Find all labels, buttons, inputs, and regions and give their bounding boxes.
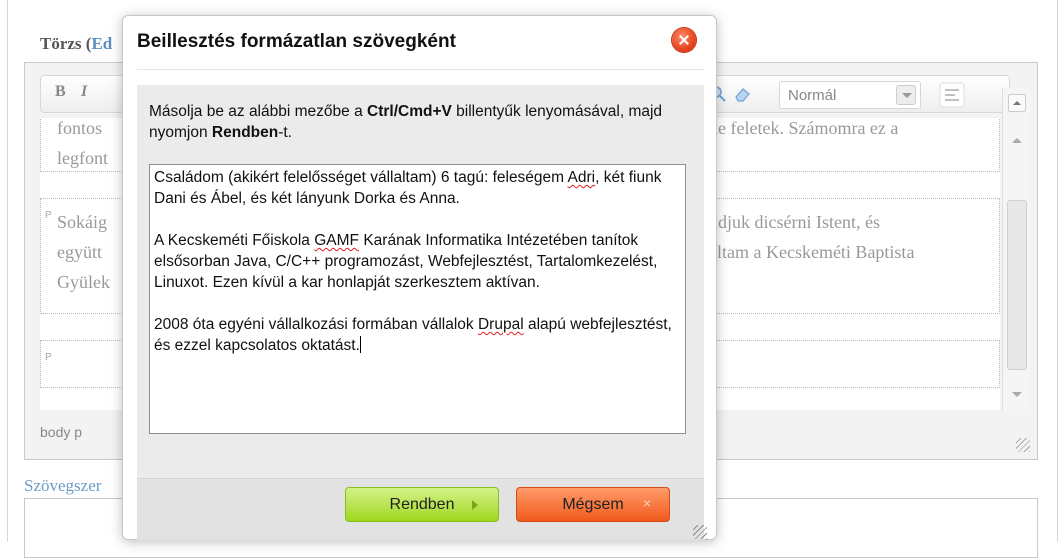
cancel-button[interactable]: Mégsem ×: [516, 487, 670, 522]
scroll-top-button[interactable]: [1008, 94, 1026, 112]
cancel-x-icon: ×: [642, 495, 651, 511]
misspelled-word: Drupal: [477, 316, 524, 333]
text-format-label[interactable]: Szövegszer: [24, 476, 101, 496]
paste-textarea[interactable]: Családom (akikért felelősséget vállaltam…: [149, 164, 686, 434]
instruction-ok-word: Rendben: [211, 124, 279, 141]
text-caret: [359, 336, 361, 353]
align-icon[interactable]: [939, 82, 965, 108]
editor-status-path[interactable]: body p: [40, 424, 82, 440]
body-field-label: Törzs (Ed: [40, 34, 112, 54]
instruction-shortcut: Ctrl/Cmd+V: [367, 103, 452, 120]
textarea-text: A Kecskeméti Főiskola: [154, 232, 315, 249]
misspelled-word: Adri: [567, 169, 596, 186]
textarea-paragraph: Családom (akikért felelősséget vállaltam…: [154, 167, 681, 209]
dialog-instruction: Másolja be az alábbi mezőbe a Ctrl/Cmd+V…: [149, 101, 689, 143]
dialog-divider: [137, 69, 704, 70]
ok-button-label: Rendben: [389, 496, 455, 513]
eraser-icon[interactable]: [733, 85, 751, 103]
scroll-up-icon[interactable]: [1012, 138, 1022, 143]
paragraph-text: Sokáig: [57, 212, 108, 232]
instruction-text: -t.: [278, 124, 292, 141]
paragraph-marker: P: [45, 210, 52, 221]
body-field-label-text: Törzs (: [40, 34, 92, 53]
paragraph-text: együtt: [57, 242, 102, 262]
format-select-value: Normál: [788, 87, 837, 104]
textarea-text: 2008 óta egyéni vállalkozási formában vá…: [154, 316, 478, 333]
paste-plain-text-dialog: Beillesztés formázatlan szövegként Másol…: [122, 15, 717, 540]
textarea-paragraph: 2008 óta egyéni vállalkozási formában vá…: [154, 314, 681, 356]
edit-summary-link[interactable]: Ed: [91, 34, 112, 53]
format-select[interactable]: Normál: [779, 81, 921, 109]
bold-button[interactable]: B: [55, 83, 66, 101]
ok-button[interactable]: Rendben: [345, 487, 499, 522]
paragraph-text: ke feletek. Számomra ez a: [709, 118, 899, 138]
textarea-text: Családom (akikért felelősséget vállaltam…: [154, 169, 568, 186]
editor-scrollbar[interactable]: [1002, 88, 1030, 410]
resize-grip-icon[interactable]: [1016, 438, 1030, 452]
dialog-title: Beillesztés formázatlan szövegként: [137, 31, 456, 52]
chevron-down-icon[interactable]: [896, 85, 916, 105]
dialog-resize-grip-icon[interactable]: [693, 525, 707, 539]
paragraph-text: áltam a Kecskeméti Baptista: [709, 242, 915, 262]
paragraph-text: udjuk dicsérni Istent, és: [709, 212, 880, 232]
paragraph-marker: P: [45, 352, 52, 363]
arrow-right-icon: [472, 500, 478, 510]
dialog-footer: Rendben Mégsem ×: [137, 478, 704, 540]
dialog-body: Másolja be az alábbi mezőbe a Ctrl/Cmd+V…: [137, 85, 704, 478]
cancel-button-label: Mégsem: [562, 496, 624, 513]
italic-button[interactable]: I: [81, 83, 87, 101]
close-icon[interactable]: [672, 28, 696, 52]
misspelled-word: GAMF: [314, 232, 360, 249]
scroll-down-icon[interactable]: [1012, 392, 1022, 397]
paragraph-text: fontos: [57, 118, 102, 138]
instruction-text: Másolja be az alábbi mezőbe a: [149, 103, 367, 120]
textarea-paragraph: A Kecskeméti Főiskola GAMF Karának Infor…: [154, 230, 681, 293]
scroll-thumb[interactable]: [1007, 200, 1027, 370]
